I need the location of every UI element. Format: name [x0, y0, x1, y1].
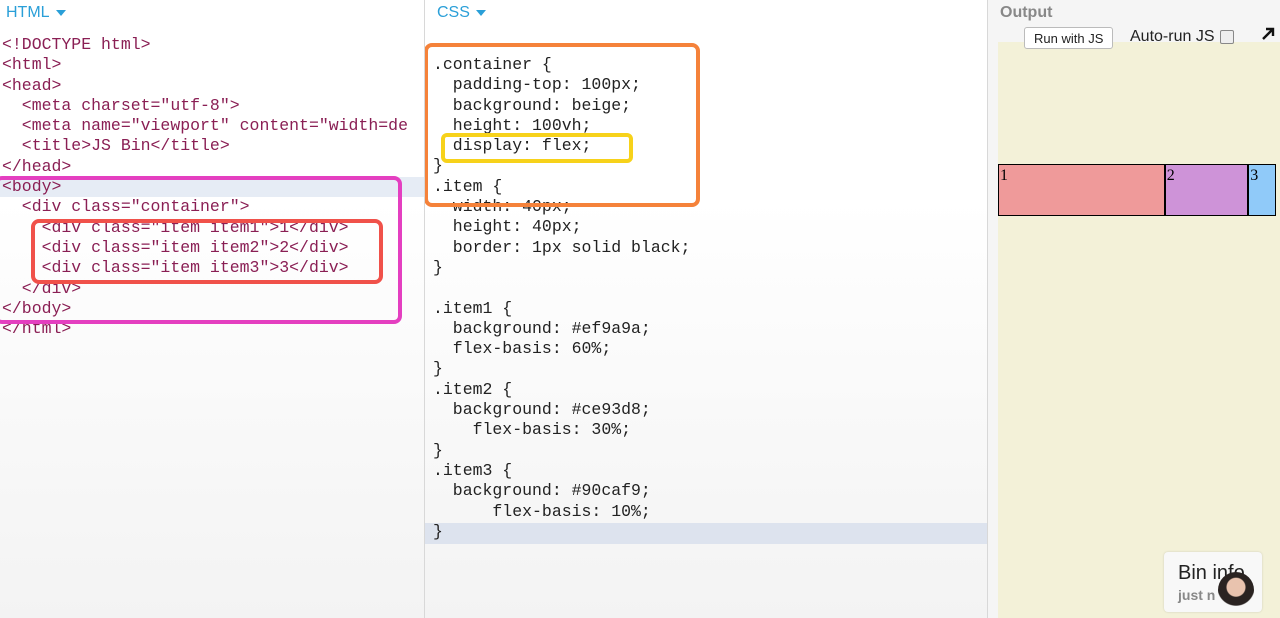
code-line: .item1 { — [433, 298, 513, 318]
flex-item-3: 3 — [1248, 164, 1276, 216]
flex-container-preview: 1 2 3 — [998, 164, 1276, 216]
code-line: <title>JS Bin</title> — [2, 136, 230, 156]
bin-info-panel[interactable]: Bin info just n — [1164, 552, 1262, 612]
code-line: background: #ef9a9a; — [433, 318, 651, 338]
output-frame — [998, 42, 1280, 618]
code-line: flex-basis: 10%; — [433, 501, 651, 521]
code-line: flex-basis: 60%; — [433, 339, 612, 359]
run-with-js-button[interactable]: Run with JS — [1024, 27, 1114, 49]
code-line: border: 1px solid black; — [433, 237, 691, 257]
caret-down-icon — [475, 9, 486, 16]
code-line: .item2 { — [433, 379, 513, 399]
auto-run-js-toggle[interactable]: Auto-run JS — [1130, 28, 1235, 46]
output-panel: Output Run with JS Auto-run JS 1 2 3 Bin… — [988, 0, 1280, 618]
css-panel-label: CSS — [437, 4, 470, 21]
html-panel-dropdown[interactable]: HTML — [6, 4, 66, 22]
code-line: <head> — [2, 75, 62, 95]
code-line: <!DOCTYPE html> — [2, 35, 151, 54]
html-panel[interactable]: HTML <!DOCTYPE html> <html> <head> <meta… — [0, 0, 425, 618]
code-line: flex-basis: 30%; — [433, 420, 632, 440]
flex-item-2: 2 — [1164, 164, 1249, 216]
auto-run-js-label: Auto-run JS — [1130, 28, 1215, 45]
caret-down-icon — [55, 9, 66, 16]
bin-info-subtitle: just n — [1178, 587, 1216, 603]
code-line: } — [433, 521, 443, 541]
code-line: background: #ce93d8; — [433, 400, 651, 420]
flex-item-1: 1 — [998, 164, 1165, 216]
container-highlight-box — [425, 43, 700, 207]
avatar — [1218, 572, 1254, 612]
code-line: .item3 { — [433, 460, 513, 480]
display-flex-highlight-box — [441, 133, 633, 163]
code-line: } — [433, 257, 443, 277]
code-line: } — [433, 359, 443, 379]
items-highlight-box — [31, 219, 383, 284]
code-line: <html> — [2, 55, 62, 75]
output-panel-label: Output — [1000, 4, 1053, 21]
css-panel-dropdown[interactable]: CSS — [437, 4, 486, 22]
auto-run-js-checkbox[interactable] — [1220, 30, 1235, 44]
code-line: background: #90caf9; — [433, 481, 651, 501]
css-panel[interactable]: CSS .container { padding-top: 100px; bac… — [425, 0, 988, 618]
code-line: height: 40px; — [433, 217, 582, 237]
code-line: <meta name="viewport" content="width=de — [2, 116, 408, 136]
code-line: } — [433, 440, 443, 460]
html-panel-label: HTML — [6, 4, 50, 21]
code-line: <meta charset="utf-8"> — [2, 95, 240, 115]
expand-icon[interactable] — [1260, 26, 1276, 42]
code-line: </head> — [2, 156, 72, 176]
